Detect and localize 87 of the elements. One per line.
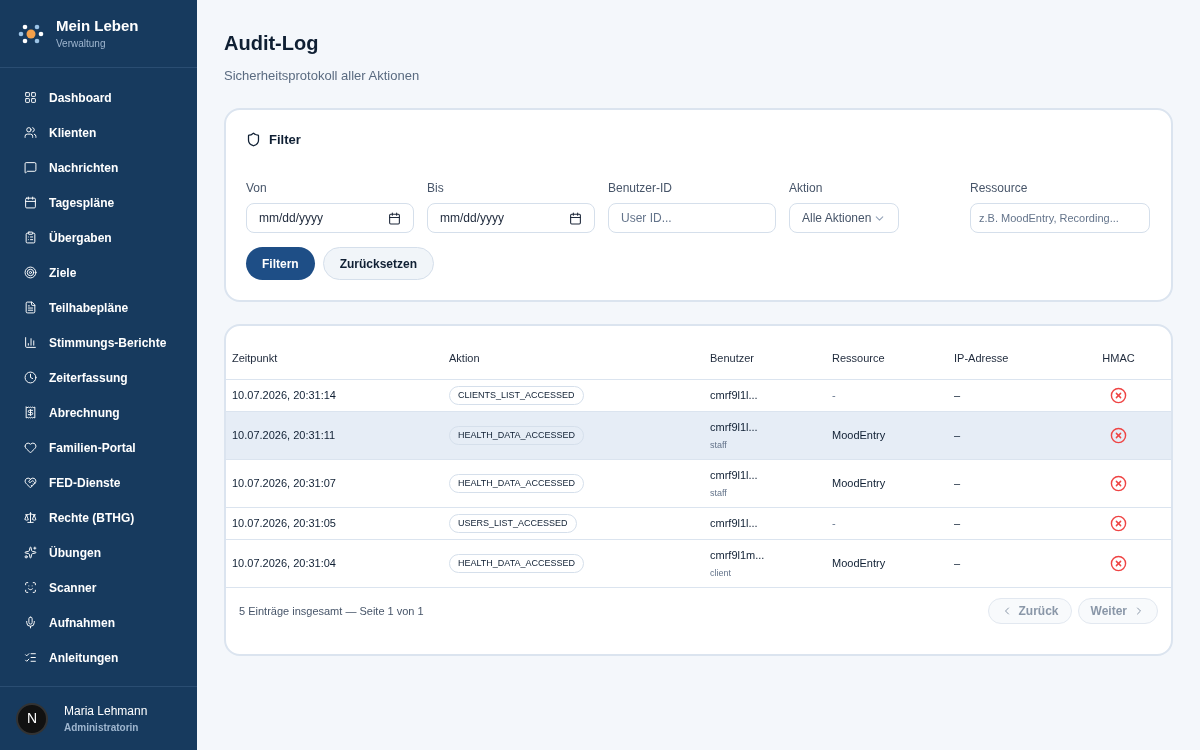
- scan-icon: [24, 581, 37, 594]
- clipboard-icon: [24, 231, 37, 244]
- calendar-icon: [569, 211, 582, 225]
- sidebar-item[interactable]: Familien-Portal: [0, 430, 197, 465]
- heart-icon: [24, 441, 37, 454]
- field-label: Aktion: [789, 180, 824, 197]
- date-field[interactable]: mm/dd/yyyy: [246, 203, 414, 233]
- users-icon: [24, 126, 37, 139]
- text-field[interactable]: User ID...: [608, 203, 776, 233]
- grid-icon: [24, 91, 37, 104]
- sidebar-item[interactable]: Stimmungs-Berichte: [0, 325, 197, 360]
- timestamp-cell: 10.07.2026, 20:31:05: [232, 517, 336, 530]
- resource-cell: -: [832, 389, 836, 402]
- brand-title: Mein Leben: [56, 16, 139, 36]
- user-role-cell-text: staff: [710, 487, 728, 500]
- field-label: Ressource: [970, 180, 1029, 197]
- brand-subtitle: Verwaltung: [56, 37, 107, 51]
- list-icon: [24, 651, 37, 664]
- sidebar-item[interactable]: Aufnahmen: [0, 605, 197, 640]
- column-header: HMAC: [1102, 352, 1135, 365]
- ip-cell: –: [954, 517, 961, 530]
- shield-icon: [246, 131, 261, 147]
- sidebar-item[interactable]: Rechte (BTHG): [0, 500, 197, 535]
- user-id-cell-text: cmrf9l1m...: [710, 547, 766, 563]
- column-header: IP-Adresse: [954, 352, 1009, 365]
- sidebar-item[interactable]: Teilhabepläne: [0, 290, 197, 325]
- sidebar-item[interactable]: Dashboard: [0, 80, 197, 115]
- filter-title: Filter: [269, 130, 301, 149]
- ip-cell: –: [954, 477, 961, 490]
- sidebar-item[interactable]: Anleitungen: [0, 640, 197, 675]
- clock-icon: [24, 371, 37, 384]
- bar-chart-icon: [24, 336, 37, 349]
- sidebar-item[interactable]: Ziele: [0, 255, 197, 290]
- user-role-cell-text: client: [710, 567, 732, 580]
- sidebar-item[interactable]: FED-Dienste: [0, 465, 197, 500]
- ip-cell: –: [954, 429, 961, 442]
- column-header: Ressource: [832, 352, 885, 365]
- message-icon: [24, 161, 37, 174]
- resource-cell: MoodEntry: [832, 557, 886, 570]
- document-icon: [24, 301, 37, 314]
- ip-cell: –: [954, 557, 961, 570]
- field-label: Bis: [427, 180, 445, 197]
- date-field[interactable]: mm/dd/yyyy: [427, 203, 595, 233]
- sidebar-item[interactable]: Abrechnung: [0, 395, 197, 430]
- sidebar-item[interactable]: Zeiterfassung: [0, 360, 197, 395]
- column-header: Aktion: [449, 352, 480, 365]
- timestamp-cell: 10.07.2026, 20:31:11: [232, 429, 336, 442]
- filter-button[interactable]: Filtern: [246, 247, 315, 280]
- page-title: Audit-Log: [224, 31, 320, 56]
- table-summary: 5 Einträge insgesamt — Seite 1 von 1: [239, 603, 424, 619]
- sidebar-item[interactable]: Nachrichten: [0, 150, 197, 185]
- user-id-cell-text: cmrf9l1l...: [710, 419, 759, 435]
- scale-icon: [24, 511, 37, 524]
- sidebar-item[interactable]: Tagespläne: [0, 185, 197, 220]
- calendar-icon: [24, 196, 37, 209]
- avatar: N: [16, 702, 48, 735]
- user-role: Administratorin: [64, 721, 140, 735]
- column-header: Zeitpunkt: [232, 352, 278, 365]
- microphone-icon: [24, 616, 37, 629]
- field-label: Von: [246, 180, 268, 197]
- timestamp-cell: 10.07.2026, 20:31:07: [232, 477, 336, 490]
- user-id-cell-text: cmrf9l1l...: [710, 467, 759, 483]
- page-subtitle: Sicherheitsprotokoll aller Aktionen: [224, 67, 421, 85]
- table-row[interactable]: 10.07.2026, 20:31:11 HEALTH_DATA_ACCESSED cmrf9l1l... staff MoodEntry –: [226, 412, 1171, 460]
- sidebar-item[interactable]: Scanner: [0, 570, 197, 605]
- target-icon: [24, 266, 37, 279]
- receipt-icon: [24, 406, 37, 419]
- timestamp-cell: 10.07.2026, 20:31:14: [232, 389, 336, 402]
- resource-cell: -: [832, 517, 836, 530]
- text-field[interactable]: z.B. MoodEntry, Recording...: [970, 203, 1150, 233]
- action-dropdown[interactable]: Alle Aktionen: [789, 203, 899, 233]
- resource-cell: MoodEntry: [832, 429, 886, 442]
- reset-button[interactable]: Zurücksetzen: [322, 247, 435, 280]
- field-label: Benutzer-ID: [608, 180, 674, 197]
- user-role-cell-text: staff: [710, 439, 728, 452]
- sparkles-icon: [24, 546, 37, 559]
- user-name: Maria Lehmann: [64, 703, 148, 720]
- ip-cell: –: [954, 389, 961, 402]
- sidebar-item[interactable]: Übungen: [0, 535, 197, 570]
- sidebar-item[interactable]: Übergaben: [0, 220, 197, 255]
- timestamp-cell: 10.07.2026, 20:31:04: [232, 557, 336, 570]
- sidebar-item[interactable]: Klienten: [0, 115, 197, 150]
- column-header: Benutzer: [710, 352, 755, 365]
- user-id-cell-text: cmrf9l1l...: [710, 388, 759, 404]
- resource-cell: MoodEntry: [832, 477, 886, 490]
- calendar-icon: [388, 211, 401, 225]
- user-id-cell-text: cmrf9l1l...: [710, 516, 759, 532]
